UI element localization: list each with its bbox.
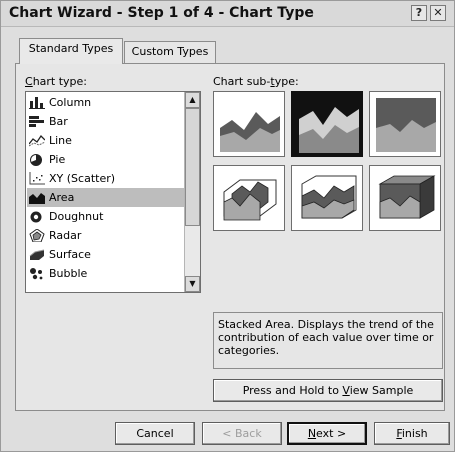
area-subtype-thumbnail [220,112,280,152]
3d-stacked-area-subtype-thumbnail [301,175,357,219]
list-item-label: Area [49,191,75,204]
cancel-button[interactable]: Cancel [115,422,195,445]
scroll-down-button[interactable]: ▼ [185,276,200,292]
column-chart-icon [29,97,45,109]
scatter-chart-icon [29,172,45,185]
chart-type-list[interactable]: Column Bar Line Pie XY (Scatter) Area Do… [25,91,201,293]
3d-area-subtype-thumbnail [223,179,277,221]
subtype-stacked-area[interactable] [291,91,363,157]
doughnut-chart-icon [30,211,42,223]
finish-button[interactable]: Finish [374,422,450,445]
list-item-column[interactable]: Column [27,93,185,112]
list-item-xy-scatter[interactable]: XY (Scatter) [27,169,185,188]
list-item-label: Bubble [49,267,88,280]
close-button[interactable]: ✕ [430,5,446,21]
line-chart-icon [29,134,45,147]
chart-subtype-gallery [213,91,441,236]
chart-type-scrollbar[interactable]: ▲ ▼ [184,92,200,292]
list-item-bar[interactable]: Bar [27,112,185,131]
list-item-line[interactable]: Line [27,131,185,150]
list-item-label: Surface [49,248,91,261]
tab-standard-types[interactable]: Standard Types [19,38,123,64]
list-item-bubble[interactable]: Bubble [27,264,185,283]
subtype-100-percent-stacked-area[interactable] [369,91,441,157]
list-item-radar[interactable]: Radar [27,226,185,245]
help-button[interactable]: ? [411,5,427,21]
list-item-pie[interactable]: Pie [27,150,185,169]
percent-stacked-area-subtype-thumbnail [376,98,436,152]
title-bar[interactable]: Chart Wizard - Step 1 of 4 - Chart Type … [1,1,454,27]
list-item-area[interactable]: Area [27,188,185,207]
3d-percent-stacked-area-subtype-thumbnail [378,175,436,219]
back-button: < Back [202,422,282,445]
chart-subtype-label: Chart sub-type: [213,75,299,88]
scroll-thumb[interactable] [185,108,200,226]
list-item-label: Doughnut [49,210,104,223]
area-chart-icon [29,193,45,204]
pie-chart-icon [30,154,42,166]
subtype-3d-area[interactable] [213,165,285,231]
surface-chart-icon [29,249,45,260]
bubble-chart-icon [30,268,43,280]
list-item-label: Column [49,96,92,109]
list-item-label: Radar [49,229,82,242]
bar-chart-icon [29,116,44,127]
tab-custom-types[interactable]: Custom Types [124,41,216,63]
list-item-doughnut[interactable]: Doughnut [27,207,185,226]
subtype-area[interactable] [213,91,285,157]
radar-chart-icon [29,229,45,242]
next-button[interactable]: Next > [287,422,367,445]
subtype-3d-stacked-area[interactable] [291,165,363,231]
chart-type-label: Chart type: [25,75,88,88]
chart-wizard-dialog: Chart Wizard - Step 1 of 4 - Chart Type … [0,0,455,452]
scroll-up-button[interactable]: ▲ [185,92,200,108]
list-item-label: Bar [49,115,68,128]
list-item-label: Line [49,134,72,147]
list-item-label: Pie [49,153,66,166]
subtype-3d-100-percent-stacked-area[interactable] [369,165,441,231]
subtype-description: Stacked Area. Displays the trend of the … [213,312,443,369]
list-item-label: XY (Scatter) [49,172,116,185]
list-item-surface[interactable]: Surface [27,245,185,264]
view-sample-button[interactable]: Press and Hold to View Sample [213,379,443,402]
stacked-area-subtype-thumbnail [299,107,359,153]
dialog-title: Chart Wizard - Step 1 of 4 - Chart Type [9,5,314,21]
